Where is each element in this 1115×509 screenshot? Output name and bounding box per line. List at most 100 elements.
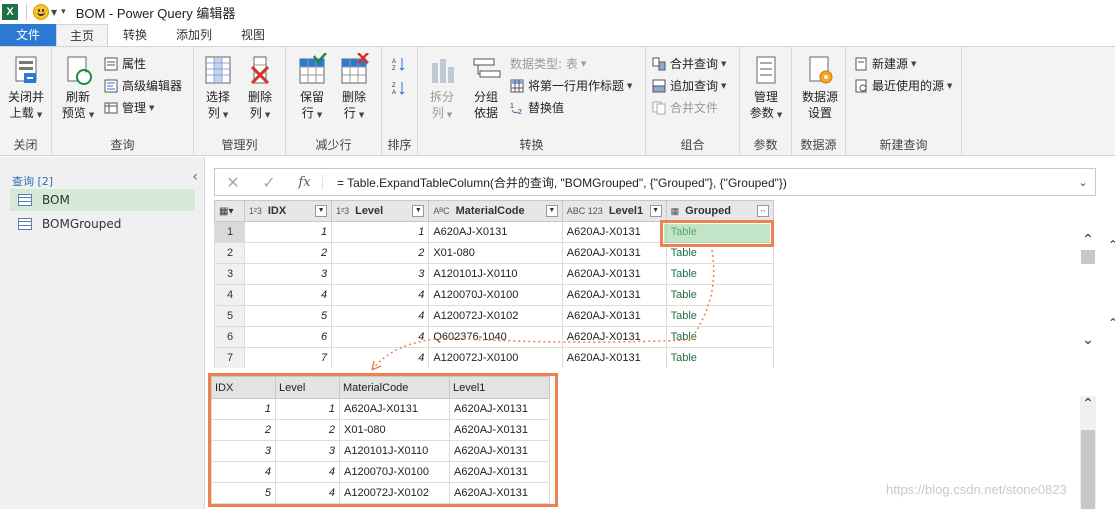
cell-level[interactable]: 1: [331, 221, 430, 243]
merge-queries-button[interactable]: 合并查询 ▼: [652, 55, 726, 73]
expand-formula-icon[interactable]: ⌄: [1071, 176, 1095, 189]
preview-scroll-thumb[interactable]: [1081, 430, 1095, 509]
tab-home[interactable]: 主页: [56, 24, 108, 47]
column-header-materialcode[interactable]: AᴮC MaterialCode ▼: [428, 200, 563, 222]
manage-query-button[interactable]: 管理 ▼: [104, 99, 154, 117]
column-header-idx[interactable]: 1²3 IDX ▼: [243, 200, 333, 222]
manage-parameters-button[interactable]: 管理 参数 ▼: [746, 53, 786, 123]
scroll-up-icon[interactable]: ⌃: [1080, 232, 1096, 250]
tab-add-column[interactable]: 添加列: [168, 24, 220, 46]
cancel-formula-icon[interactable]: ✕: [215, 173, 251, 192]
recent-sources-button[interactable]: 最近使用的源 ▼: [854, 77, 952, 95]
cell-grouped-table-link[interactable]: Table: [665, 242, 775, 264]
formula-input[interactable]: = Table.ExpandTableColumn(合并的查询, "BOMGro…: [323, 174, 1071, 191]
quick-access-customize-icon[interactable]: ▾: [61, 7, 66, 17]
cell-level1[interactable]: A620AJ-X0131: [561, 326, 667, 348]
query-item-bom[interactable]: BOM: [10, 189, 195, 211]
cell-level1[interactable]: A620AJ-X0131: [561, 347, 667, 369]
cell-level1[interactable]: A620AJ-X0131: [561, 242, 667, 264]
column-filter-icon[interactable]: ▼: [649, 205, 662, 217]
cell-idx[interactable]: 7: [243, 347, 333, 369]
cell-grouped-table-link[interactable]: Table: [665, 284, 775, 306]
cell-materialcode[interactable]: Q602376-1040: [428, 326, 563, 348]
column-header-level1[interactable]: ABC 123 Level1 ▼: [561, 200, 667, 222]
sort-ascending-button[interactable]: AZ: [392, 55, 410, 73]
expand-column-icon[interactable]: ↔: [757, 205, 769, 217]
cell-idx[interactable]: 2: [243, 242, 333, 264]
right-pane-scroll-up-icon[interactable]: ⌃: [1108, 238, 1115, 252]
close-and-load-button[interactable]: 关闭并 上载 ▼: [4, 53, 48, 123]
smiley-feedback-icon[interactable]: [33, 4, 49, 20]
cell-level[interactable]: 4: [331, 305, 430, 327]
cell-materialcode[interactable]: A120072J-X0100: [428, 347, 563, 369]
cell-materialcode[interactable]: X01-080: [428, 242, 563, 264]
refresh-preview-button[interactable]: 刷新 预览 ▼: [58, 53, 98, 123]
replace-values-button[interactable]: 12 替换值: [510, 99, 564, 117]
right-pane-scroll-up-icon-2[interactable]: ⌃: [1108, 316, 1115, 330]
tab-file[interactable]: 文件: [0, 24, 56, 46]
confirm-formula-icon[interactable]: ✓: [251, 173, 287, 192]
new-source-button[interactable]: 新建源 ▼: [854, 55, 916, 73]
cell-grouped-table-link[interactable]: Table: [665, 263, 775, 285]
cell-grouped-table-link[interactable]: Table: [665, 305, 775, 327]
cell-idx[interactable]: 6: [243, 326, 333, 348]
column-header-level[interactable]: 1²3 Level ▼: [331, 200, 430, 222]
table-row[interactable]: 5 5 4 A120072J-X0102 A620AJ-X0131 Table: [214, 305, 775, 327]
queries-header[interactable]: 查询 [2]: [12, 173, 53, 189]
cell-materialcode[interactable]: A620AJ-X0131: [428, 221, 563, 243]
cell-idx[interactable]: 3: [243, 263, 333, 285]
cell-materialcode[interactable]: A120101J-X0110: [428, 263, 563, 285]
keep-rows-button[interactable]: 保留 行 ▼: [294, 52, 330, 123]
cell-level1[interactable]: A620AJ-X0131: [561, 284, 667, 306]
column-filter-icon[interactable]: ▼: [412, 205, 425, 217]
combine-files-button[interactable]: 合并文件: [652, 99, 718, 117]
cell-materialcode[interactable]: A120072J-X0102: [428, 305, 563, 327]
cell-idx[interactable]: 4: [243, 284, 333, 306]
cell-grouped-table-link[interactable]: Table: [665, 347, 775, 369]
table-row[interactable]: 2 2 2 X01-080 A620AJ-X0131 Table: [214, 242, 775, 264]
column-filter-icon[interactable]: ▼: [315, 205, 328, 217]
cell-level[interactable]: 3: [331, 263, 430, 285]
tab-transform[interactable]: 转换: [112, 24, 158, 46]
cell-level[interactable]: 4: [331, 347, 430, 369]
data-source-settings-button[interactable]: 数据源 设置: [798, 53, 842, 121]
preview-scroll-up-icon[interactable]: ⌃: [1080, 396, 1096, 414]
data-type-dropdown[interactable]: 数据类型: 表 ▼: [510, 55, 586, 73]
grid-vertical-scrollbar[interactable]: ⌃ ⌄: [1080, 232, 1096, 352]
cell-grouped-table-link[interactable]: Table: [665, 326, 775, 348]
column-header-grouped[interactable]: ▦ Grouped ↔: [665, 200, 775, 222]
remove-rows-button[interactable]: 删除 行 ▼: [336, 52, 372, 123]
preview-vertical-scrollbar[interactable]: ⌃: [1080, 396, 1096, 509]
choose-columns-button[interactable]: 选择 列 ▼: [200, 53, 236, 123]
properties-button[interactable]: 属性: [104, 55, 146, 73]
table-row[interactable]: 4 4 4 A120070J-X0100 A620AJ-X0131 Table: [214, 284, 775, 306]
table-row[interactable]: 1 1 1 A620AJ-X0131 A620AJ-X0131 Table: [214, 221, 775, 243]
remove-columns-button[interactable]: 删除 列 ▼: [242, 53, 278, 123]
cell-grouped-table-link[interactable]: Table: [665, 221, 775, 243]
cell-level[interactable]: 4: [331, 326, 430, 348]
cell-idx[interactable]: 5: [243, 305, 333, 327]
scroll-thumb[interactable]: [1081, 250, 1095, 264]
cell-materialcode[interactable]: A120070J-X0100: [428, 284, 563, 306]
tab-view[interactable]: 视图: [230, 24, 276, 46]
group-by-button[interactable]: 分组 依据: [466, 53, 506, 121]
feedback-dropdown-icon[interactable]: ▼: [51, 8, 57, 17]
scroll-down-icon[interactable]: ⌄: [1080, 332, 1096, 350]
query-item-bomgrouped[interactable]: BOMGrouped: [10, 213, 195, 235]
table-row[interactable]: 6 6 4 Q602376-1040 A620AJ-X0131 Table: [214, 326, 775, 348]
table-row[interactable]: 7 7 4 A120072J-X0100 A620AJ-X0131 Table: [214, 347, 775, 369]
column-filter-icon[interactable]: ▼: [545, 205, 558, 217]
cell-level[interactable]: 4: [331, 284, 430, 306]
append-queries-button[interactable]: 追加查询 ▼: [652, 77, 726, 95]
split-column-button[interactable]: 拆分 列 ▼: [424, 53, 460, 123]
table-row[interactable]: 3 3 3 A120101J-X0110 A620AJ-X0131 Table: [214, 263, 775, 285]
cell-level1[interactable]: A620AJ-X0131: [561, 305, 667, 327]
use-first-row-as-headers-button[interactable]: 将第一行用作标题 ▼: [510, 77, 632, 95]
cell-level1[interactable]: A620AJ-X0131: [561, 221, 667, 243]
sort-descending-button[interactable]: ZA: [392, 79, 410, 97]
cell-level[interactable]: 2: [331, 242, 430, 264]
collapse-pane-icon[interactable]: ‹: [192, 169, 198, 185]
cell-level1[interactable]: A620AJ-X0131: [561, 263, 667, 285]
advanced-editor-button[interactable]: 高级编辑器: [104, 77, 182, 95]
cell-idx[interactable]: 1: [243, 221, 333, 243]
